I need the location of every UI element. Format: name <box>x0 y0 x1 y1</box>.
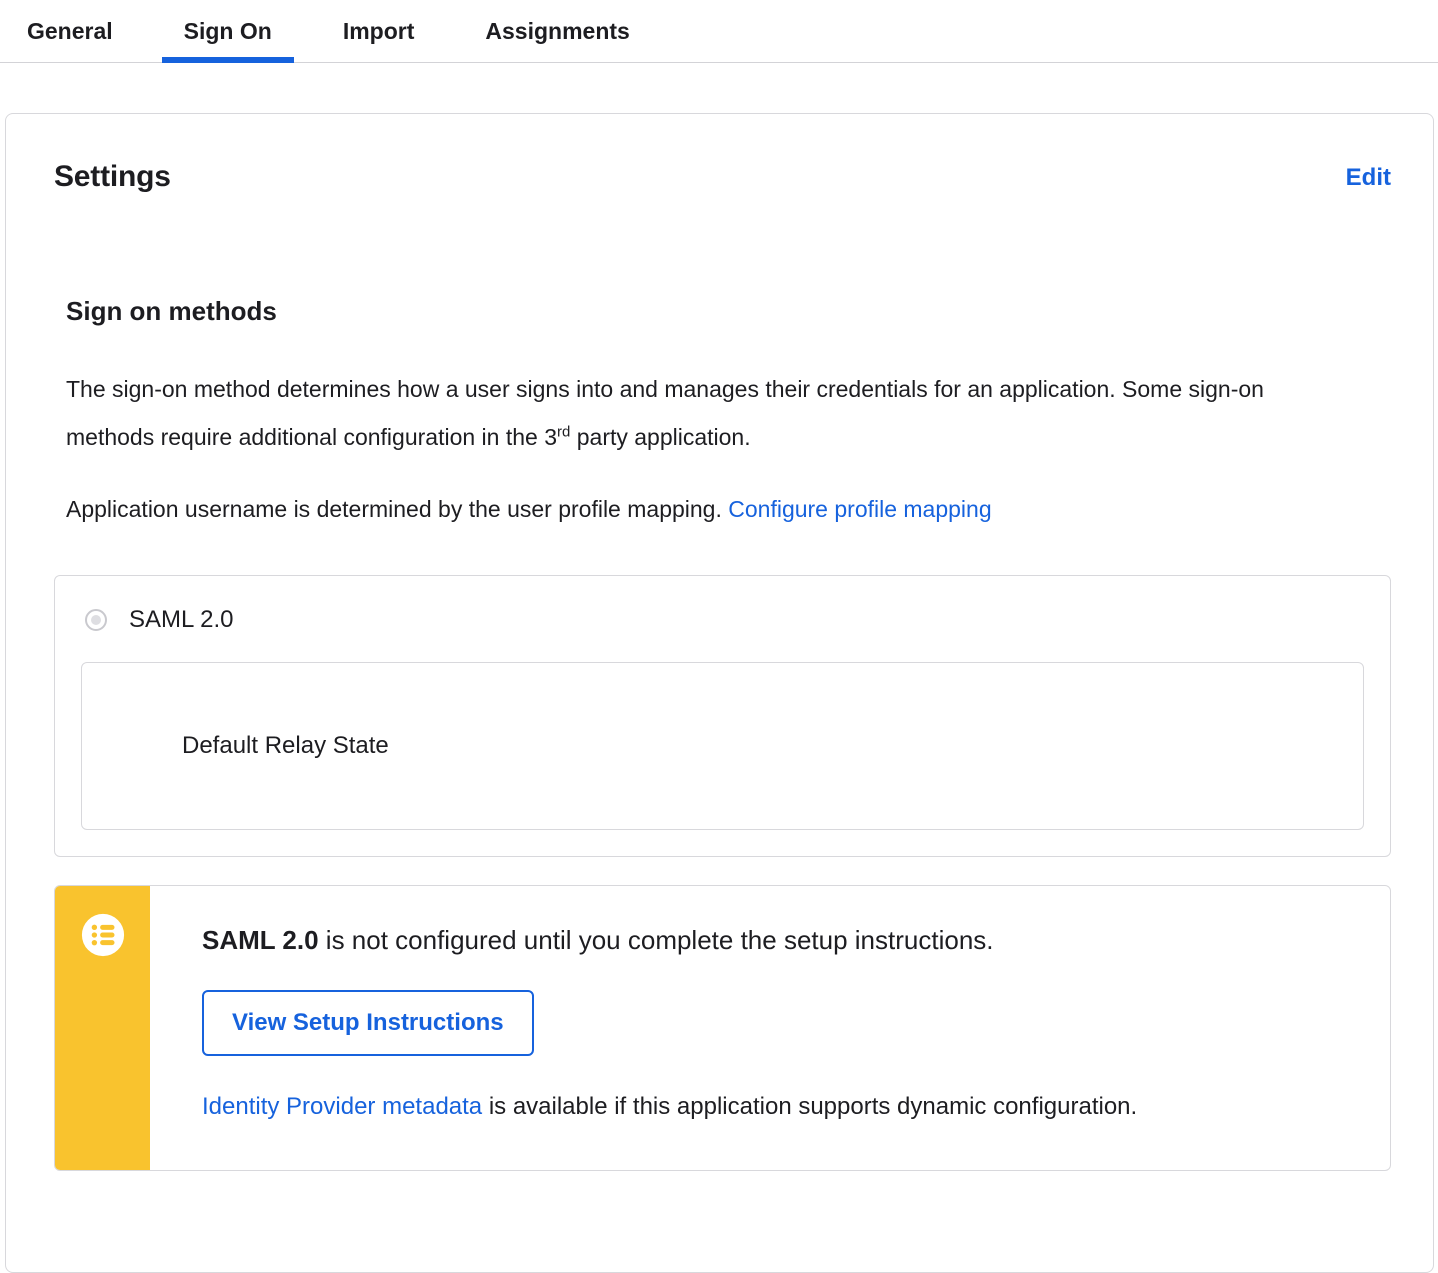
tab-sign-on[interactable]: Sign On <box>161 0 295 63</box>
page-title: Settings <box>54 160 171 193</box>
callout-message-method: SAML 2.0 <box>202 925 319 955</box>
identity-provider-metadata-link[interactable]: Identity Provider metadata <box>202 1093 482 1120</box>
settings-card-header: Settings Edit <box>54 160 1391 194</box>
app-tab-bar: General Sign On Import Assignments <box>0 0 1438 63</box>
edit-link[interactable]: Edit <box>1346 164 1391 192</box>
saml-not-configured-callout: SAML 2.0 is not configured until you com… <box>54 885 1391 1171</box>
callout-message-rest: is not configured until you complete the… <box>318 925 994 955</box>
sign-on-methods-description: The sign-on method determines how a user… <box>66 365 1326 461</box>
callout-message: SAML 2.0 is not configured until you com… <box>202 922 1350 958</box>
radio-dot <box>91 615 101 625</box>
username-mapping-text: Application username is determined by th… <box>66 496 729 522</box>
callout-warning-stripe <box>55 886 150 1170</box>
description-text-tail: party application. <box>570 424 751 450</box>
saml-radio-row: SAML 2.0 <box>81 606 1364 634</box>
tab-assignments[interactable]: Assignments <box>463 0 651 62</box>
default-relay-state-field: Default Relay State <box>81 662 1364 830</box>
default-relay-state-label: Default Relay State <box>182 732 389 759</box>
sign-on-methods-section: Sign on methods The sign-on method deter… <box>66 296 1391 533</box>
view-setup-instructions-button[interactable]: View Setup Instructions <box>202 990 534 1056</box>
tab-general[interactable]: General <box>5 0 135 62</box>
sign-on-methods-heading: Sign on methods <box>66 296 277 326</box>
tab-import[interactable]: Import <box>321 0 437 62</box>
settings-card: Settings Edit Sign on methods The sign-o… <box>5 113 1434 1273</box>
configure-profile-mapping-link[interactable]: Configure profile mapping <box>728 496 991 522</box>
ordinal-superscript: rd <box>557 423 571 441</box>
saml-option-box: SAML 2.0 Default Relay State <box>54 575 1391 857</box>
saml-radio-button[interactable] <box>85 609 107 631</box>
saml-radio-label: SAML 2.0 <box>129 606 234 633</box>
metadata-line: Identity Provider metadata is available … <box>202 1092 1350 1122</box>
metadata-line-rest: is available if this application support… <box>482 1093 1138 1120</box>
username-mapping-line: Application username is determined by th… <box>66 485 1391 533</box>
bulleted-list-icon <box>80 912 126 958</box>
